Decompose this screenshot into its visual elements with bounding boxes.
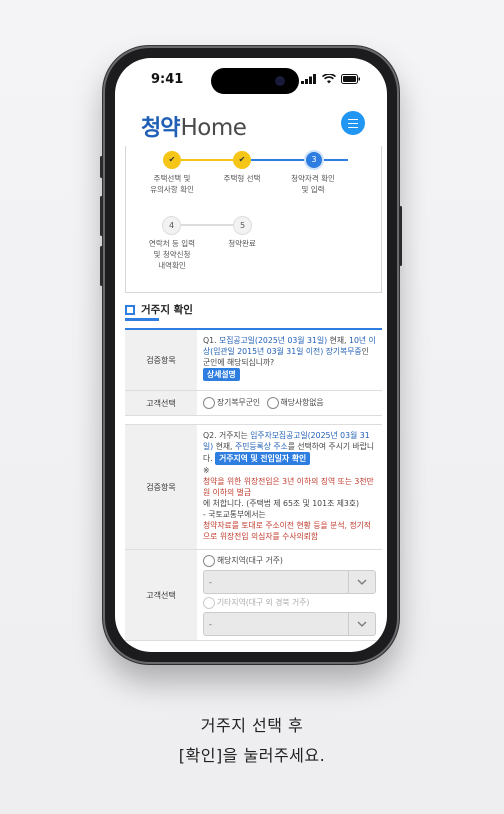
radio-local-area[interactable]: 해당지역(대구 거주) xyxy=(203,555,376,567)
step-2-label: 주택형 선택 xyxy=(223,174,261,183)
q2-text: Q2. 거주지는 입주자모집공고일(2025년 03월 31일) 현재, 주민등… xyxy=(203,431,375,541)
step-connector xyxy=(181,224,237,226)
chevron-down-icon xyxy=(348,613,375,635)
wifi-icon xyxy=(322,74,336,84)
step-3-circle: 3 xyxy=(304,150,324,170)
q1-head: 검증항목 xyxy=(125,330,197,390)
step-5-circle: 5 xyxy=(233,216,252,235)
radio-long-service[interactable]: 장기복무군인 xyxy=(203,397,260,409)
q1-choice-options: 장기복무군인 해당사항없음 xyxy=(197,391,382,415)
local-area-select[interactable]: - xyxy=(203,570,376,594)
logo-suffix: Home xyxy=(180,115,247,141)
chevron-down-icon xyxy=(348,571,375,593)
q2-head: 검증항목 xyxy=(125,425,197,549)
section-title-underline xyxy=(125,318,159,321)
step-4-label: 연락처 등 입력 및 청약신청 내역확인 xyxy=(148,239,196,270)
q2-choice-options: 해당지역(대구 거주) - 기타지역(대구 외 경북 거주) - xyxy=(197,550,382,640)
status-time: 9:41 xyxy=(151,72,184,87)
radio-other-area[interactable]: 기타지역(대구 외 경북 거주) xyxy=(203,597,376,609)
residence-check-button[interactable]: 거주지역 및 전입일자 확인 xyxy=(215,452,311,465)
q1-choice-head: 고객선택 xyxy=(125,391,197,415)
main-content: ✔ 주택선택 및 유의사항 확인 ✔ 주택형 선택 3 청약자격 확인 및 입력… xyxy=(115,146,387,652)
radio-none[interactable]: 해당사항없음 xyxy=(266,397,324,409)
hamburger-icon[interactable] xyxy=(341,111,365,135)
status-bar: 9:41 xyxy=(115,58,387,102)
radio-icon xyxy=(203,397,215,409)
q1-row: 검증항목 Q1. 모집공고일(2025년 03월 31일) 현재, 10년 이상… xyxy=(125,330,382,391)
radio-icon xyxy=(203,555,215,567)
phone-frame: 9:41 청약 Home ✔ 주택선택 및 유의사항 확인 ✔ 주택형 선택 3… xyxy=(100,46,402,664)
q2-choice-row: 고객선택 해당지역(대구 거주) - 기타지역(대구 외 경북 거주) - xyxy=(125,550,382,641)
caption-line-1: 거주지 선택 후 xyxy=(200,716,304,735)
q2-choice-head: 고객선택 xyxy=(125,550,197,640)
radio-icon xyxy=(266,397,279,409)
step-connector xyxy=(324,159,348,161)
step-2-check-icon: ✔ xyxy=(233,151,251,169)
step-1-check-icon: ✔ xyxy=(163,151,181,169)
step-4-circle: 4 xyxy=(162,216,181,235)
detail-button[interactable]: 상세설명 xyxy=(203,368,240,381)
q1-text: Q1. 모집공고일(2025년 03월 31일) 현재, 10년 이상(임관일 … xyxy=(203,336,376,381)
radio-icon xyxy=(203,597,215,609)
step-connector xyxy=(181,159,241,161)
step-3-label: 청약자격 확인 및 입력 xyxy=(291,174,335,194)
q2-row: 검증항목 Q2. 거주지는 입주자모집공고일(2025년 03월 31일) 현재… xyxy=(125,425,382,550)
logo-prefix: 청약 xyxy=(141,116,180,141)
phone-screen: 9:41 청약 Home ✔ 주택선택 및 유의사항 확인 ✔ 주택형 선택 3… xyxy=(115,58,387,652)
status-icons xyxy=(301,74,361,84)
other-area-select[interactable]: - xyxy=(203,612,376,636)
signal-icon xyxy=(301,74,316,84)
phone-mute-switch xyxy=(100,156,103,178)
caption-line-2: [확인]을 눌러주세요. xyxy=(178,746,326,765)
section-title: 거주지 확인 xyxy=(125,302,193,317)
battery-icon xyxy=(341,74,360,84)
step-progress: ✔ 주택선택 및 유의사항 확인 ✔ 주택형 선택 3 청약자격 확인 및 입력… xyxy=(125,146,382,293)
step-1-label: 주택선택 및 유의사항 확인 xyxy=(150,174,194,194)
app-logo[interactable]: 청약 Home xyxy=(141,110,247,142)
camera-icon xyxy=(275,76,285,86)
q2-table: 검증항목 Q2. 거주지는 입주자모집공고일(2025년 03월 31일) 현재… xyxy=(125,424,382,641)
q1-table: 검증항목 Q1. 모집공고일(2025년 03월 31일) 현재, 10년 이상… xyxy=(125,328,382,416)
phone-volume-down xyxy=(100,246,103,286)
section-marker-icon xyxy=(125,304,135,315)
phone-volume-up xyxy=(100,196,103,236)
q1-choice-row: 고객선택 장기복무군인 해당사항없음 xyxy=(125,391,382,416)
step-5-label: 청약완료 xyxy=(228,239,256,248)
phone-power-button xyxy=(399,206,402,266)
dynamic-island xyxy=(211,68,299,94)
